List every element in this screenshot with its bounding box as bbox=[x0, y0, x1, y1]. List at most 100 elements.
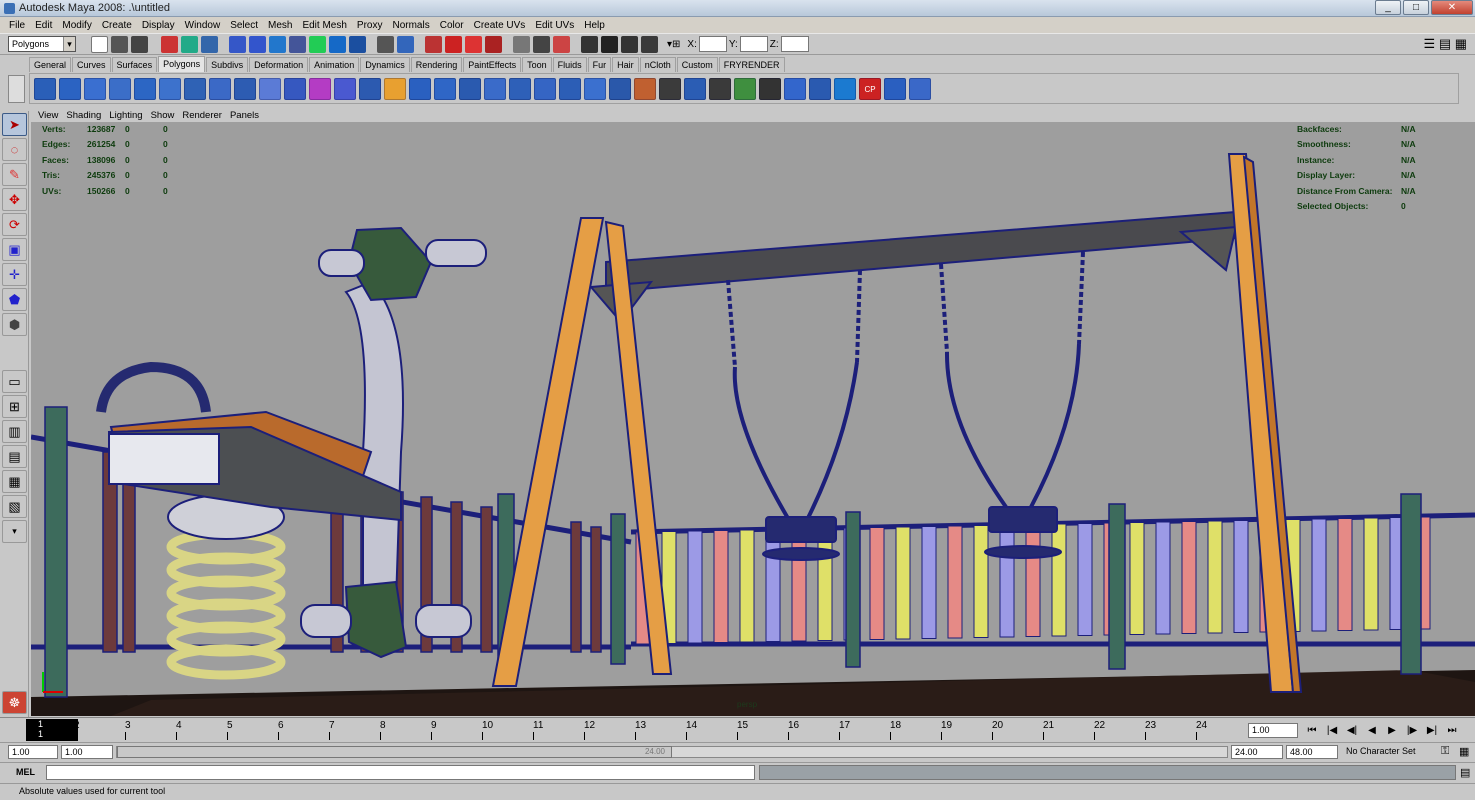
layout-menu-icon[interactable]: ▾ bbox=[2, 520, 27, 543]
panel-menu-show[interactable]: Show bbox=[147, 110, 179, 121]
menu-create-uvs[interactable]: Create UVs bbox=[469, 20, 531, 31]
panel-menu-view[interactable]: View bbox=[34, 110, 62, 121]
panel-layout-icons[interactable]: ☰ ▤ ▦ bbox=[1424, 36, 1467, 52]
shelf-tool-icon-11[interactable] bbox=[284, 77, 306, 100]
shelf-tool-icon-27[interactable] bbox=[684, 77, 706, 100]
shelf-tool-icon-33[interactable] bbox=[834, 77, 856, 100]
shelf-tab-toon[interactable]: Toon bbox=[522, 57, 552, 72]
open-scene-icon[interactable] bbox=[111, 35, 128, 53]
select-surfaces-icon[interactable] bbox=[289, 35, 306, 53]
paint-select-icon[interactable]: ✎ bbox=[2, 163, 27, 186]
auto-key-icon[interactable]: ⚿ bbox=[1441, 745, 1449, 758]
x-field[interactable] bbox=[698, 36, 727, 52]
shelf-tool-icon-10[interactable] bbox=[259, 77, 281, 100]
shelf-tab-fryrender[interactable]: FRYRENDER bbox=[718, 57, 785, 72]
render-current-frame-icon[interactable] bbox=[553, 35, 570, 53]
shelf-tab-hair[interactable]: Hair bbox=[612, 57, 639, 72]
time-ruler[interactable]: 11 2 3 4 5 6 7 8 9 10 11 12 13 14 15 16 17 18 19 20 21 22 23 2… bbox=[12, 718, 1242, 743]
step-back-frame-icon[interactable]: ◀| bbox=[1343, 722, 1361, 739]
menu-display[interactable]: Display bbox=[137, 20, 180, 31]
panel-menu-lighting[interactable]: Lighting bbox=[105, 110, 146, 121]
snap-curve-icon[interactable] bbox=[445, 35, 462, 53]
select-rendering-icon[interactable] bbox=[349, 35, 366, 53]
go-to-end-icon[interactable]: ⏭ bbox=[1443, 722, 1461, 739]
mel-label[interactable]: MEL bbox=[16, 767, 35, 777]
shelf-tab-ncloth[interactable]: nCloth bbox=[639, 57, 676, 72]
step-forward-frame-icon[interactable]: |▶ bbox=[1403, 722, 1421, 739]
scale-tool-icon[interactable]: ▣ bbox=[2, 238, 27, 261]
universal-manipulator-icon[interactable]: ✛ bbox=[2, 263, 27, 286]
menu-help[interactable]: Help bbox=[579, 20, 610, 31]
shelf-tab-subdivs[interactable]: Subdivs bbox=[206, 57, 249, 72]
shelf-tool-icon-16[interactable] bbox=[409, 77, 431, 100]
history-icon[interactable] bbox=[513, 35, 530, 53]
shelf-tool-icon-14[interactable] bbox=[359, 77, 381, 100]
select-object-icon[interactable] bbox=[181, 35, 198, 53]
new-scene-icon[interactable] bbox=[91, 35, 108, 53]
animation-start-field[interactable]: 1.00 bbox=[8, 745, 58, 759]
highlight-selection-icon[interactable] bbox=[397, 35, 414, 53]
shelf-tool-icon-2[interactable] bbox=[59, 77, 81, 100]
perspective-viewport[interactable]: Verts: 123687 0 0 Edges: 261254 0 0 Faces: 138096… bbox=[31, 122, 1475, 716]
shelf-tool-icon-35[interactable] bbox=[884, 77, 906, 100]
close-button[interactable]: ✕ bbox=[1431, 0, 1473, 15]
select-joints-icon[interactable] bbox=[249, 35, 266, 53]
menu-modify[interactable]: Modify bbox=[57, 20, 96, 31]
lock-selection-icon[interactable] bbox=[377, 35, 394, 53]
input-mode-icon[interactable]: ▾⊞ bbox=[667, 39, 680, 50]
shelf-tool-icon-25[interactable] bbox=[634, 77, 656, 100]
shelf-tab-painteffects[interactable]: PaintEffects bbox=[463, 57, 522, 72]
ipr-render-icon[interactable] bbox=[601, 35, 618, 53]
shelf-tool-icon-12[interactable] bbox=[309, 77, 331, 100]
shelf-tab-fluids[interactable]: Fluids bbox=[552, 57, 587, 72]
command-input[interactable] bbox=[46, 765, 755, 780]
snap-point-icon[interactable] bbox=[465, 35, 482, 53]
render-view-icon[interactable] bbox=[581, 35, 598, 53]
panel-menu-renderer[interactable]: Renderer bbox=[178, 110, 226, 121]
construction-history-icon[interactable] bbox=[533, 35, 550, 53]
animation-end-field[interactable]: 48.00 bbox=[1286, 745, 1338, 759]
menu-color[interactable]: Color bbox=[435, 20, 469, 31]
show-manipulator-icon[interactable]: ⬢ bbox=[2, 313, 27, 336]
menu-proxy[interactable]: Proxy bbox=[352, 20, 388, 31]
time-slider[interactable]: 11 2 3 4 5 6 7 8 9 10 11 12 13 14 15 16 17 18 19 20 21 22 23 2… bbox=[0, 717, 1475, 743]
shelf-tool-icon-23[interactable] bbox=[584, 77, 606, 100]
hypershade-icon[interactable] bbox=[641, 35, 658, 53]
select-curves-icon[interactable] bbox=[269, 35, 286, 53]
soft-modification-icon[interactable]: ⬟ bbox=[2, 288, 27, 311]
move-tool-icon[interactable]: ✥ bbox=[2, 188, 27, 211]
range-slider-handle[interactable]: 24.00 bbox=[117, 746, 672, 758]
shelf-tool-icon-22[interactable] bbox=[559, 77, 581, 100]
shelf-tab-polygons[interactable]: Polygons bbox=[158, 56, 206, 72]
lasso-tool-icon[interactable]: ◌ bbox=[2, 138, 27, 161]
menu-edit[interactable]: Edit bbox=[30, 20, 57, 31]
step-back-key-icon[interactable]: |◀ bbox=[1323, 722, 1341, 739]
select-hierarchy-icon[interactable] bbox=[161, 35, 178, 53]
step-forward-key-icon[interactable]: ▶| bbox=[1423, 722, 1441, 739]
shelf-tab-curves[interactable]: Curves bbox=[72, 57, 111, 72]
maximize-button[interactable]: □ bbox=[1403, 0, 1429, 15]
shelf-tab-custom[interactable]: Custom bbox=[676, 57, 718, 72]
minimize-button[interactable]: _ bbox=[1375, 0, 1401, 15]
menu-mesh[interactable]: Mesh bbox=[263, 20, 297, 31]
menu-edit-uvs[interactable]: Edit UVs bbox=[530, 20, 579, 31]
outliner-layout-icon[interactable]: ▥ bbox=[2, 420, 27, 443]
snap-grid-icon[interactable] bbox=[425, 35, 442, 53]
shelf-tab-dynamics[interactable]: Dynamics bbox=[360, 57, 410, 72]
shelf-tool-icon-34[interactable]: CP bbox=[859, 77, 881, 100]
single-pane-layout-icon[interactable]: ▭ bbox=[2, 370, 27, 393]
shelf-tab-rendering[interactable]: Rendering bbox=[410, 57, 463, 72]
select-tool-icon[interactable]: ➤ bbox=[2, 113, 27, 136]
character-set-menu[interactable]: No Character Set bbox=[1346, 746, 1416, 756]
current-frame-marker[interactable]: 11 bbox=[26, 719, 78, 741]
shelf-tab-deformation[interactable]: Deformation bbox=[249, 57, 309, 72]
script-editor-icon[interactable]: ▤ bbox=[1460, 766, 1470, 779]
menu-window[interactable]: Window bbox=[180, 20, 226, 31]
shelf-tab-fur[interactable]: Fur bbox=[587, 57, 612, 72]
shelf-tool-icon-5[interactable] bbox=[134, 77, 156, 100]
menu-set-selector[interactable]: Polygons bbox=[8, 36, 76, 52]
select-handles-icon[interactable] bbox=[229, 35, 246, 53]
panel-menu-panels[interactable]: Panels bbox=[226, 110, 263, 121]
playback-start-field[interactable]: 1.00 bbox=[61, 745, 113, 759]
shelf-tool-icon-6[interactable] bbox=[159, 77, 181, 100]
